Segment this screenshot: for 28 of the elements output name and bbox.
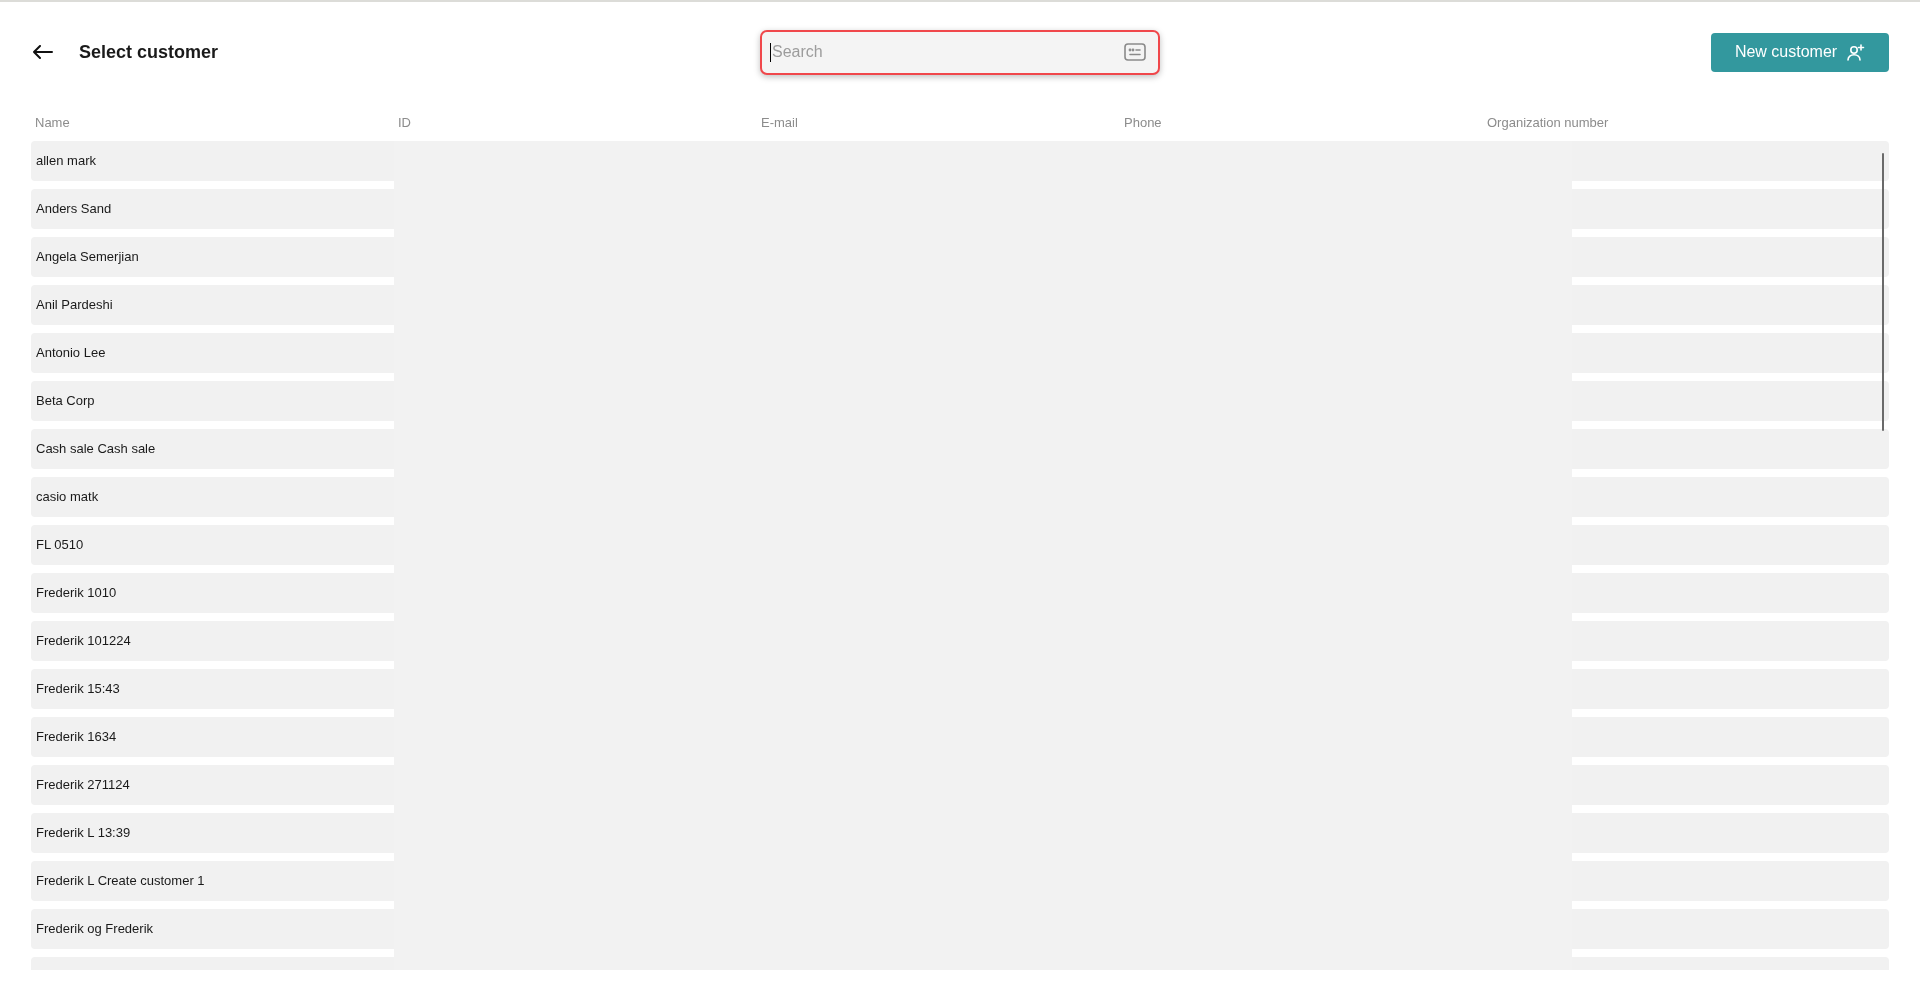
customer-name-cell[interactable]: Frederik L 13:39	[31, 813, 394, 853]
page-title: Select customer	[79, 40, 219, 64]
customer-name-cell[interactable]: Frederik 1010	[31, 573, 394, 613]
customer-name-cell[interactable]: Frederik og Frederik	[31, 909, 394, 949]
customer-name-cell[interactable]: Angela Semerjian	[31, 237, 394, 277]
customer-name-cell[interactable]: Frederik 15:43	[31, 669, 394, 709]
back-arrow-icon[interactable]	[33, 45, 53, 59]
customer-name-cell[interactable]: casio matk	[31, 477, 394, 517]
column-header: E-mail	[761, 114, 798, 130]
column-header: Name	[35, 114, 70, 130]
customer-name-cell[interactable]: Anders Sand	[31, 189, 394, 229]
customer-name-cell[interactable]: Frederik L Create customer 1	[31, 861, 394, 901]
customer-name-cell[interactable]: Antonio Lee	[31, 333, 394, 373]
customer-name-cell[interactable]: FL 0510	[31, 525, 394, 565]
column-header: ID	[398, 114, 411, 130]
customer-name-cell[interactable]: Frederik 1634	[31, 717, 394, 757]
scrollbar-thumb[interactable]	[1882, 153, 1884, 431]
keyboard-icon[interactable]	[1124, 42, 1146, 61]
column-header: Organization number	[1487, 114, 1609, 130]
customer-name-cell[interactable]: allen mark	[31, 141, 394, 181]
search-field[interactable]: Search	[760, 29, 1160, 75]
customer-name-cell[interactable]: Cash sale Cash sale	[31, 429, 394, 469]
customer-name-cell[interactable]: Anil Pardeshi	[31, 285, 394, 325]
customer-name-cell[interactable]: Frederik 101224	[31, 621, 394, 661]
customer-name-cell[interactable]: Beta Corp	[31, 381, 394, 421]
column-header: Phone	[1124, 114, 1162, 130]
customer-name-cell[interactable]: Frederik 271124	[31, 765, 394, 805]
person-plus-icon	[1847, 43, 1866, 61]
